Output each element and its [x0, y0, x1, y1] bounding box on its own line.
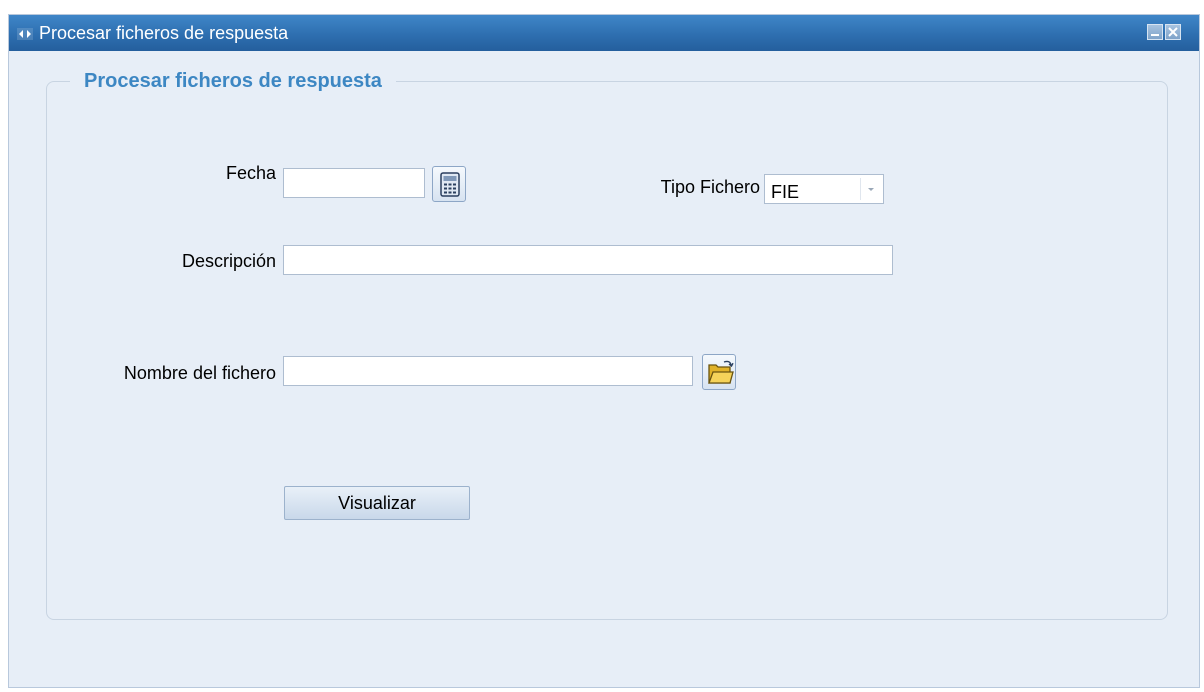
tipo-fichero-select[interactable]: FIE: [764, 174, 884, 204]
nombre-fichero-label: Nombre del fichero: [123, 363, 276, 383]
visualizar-button[interactable]: Visualizar: [284, 486, 470, 520]
fecha-input[interactable]: [283, 168, 425, 198]
calendar-button[interactable]: [432, 166, 466, 202]
window-title: Procesar ficheros de respuesta: [39, 23, 289, 43]
close-icon[interactable]: [1165, 24, 1181, 40]
title-bar[interactable]: Procesar ficheros de respuesta: [9, 15, 1199, 51]
app-window-icon: [17, 27, 33, 41]
minimize-icon[interactable]: [1147, 24, 1163, 40]
fecha-label: Fecha: [225, 163, 276, 183]
descripcion-input[interactable]: [283, 245, 893, 275]
descripcion-label: Descripción: [181, 251, 276, 271]
browse-file-button[interactable]: [702, 354, 736, 390]
tipo-fichero-label: Tipo Fichero: [660, 177, 760, 197]
tipo-fichero-value: FIE: [771, 182, 800, 202]
nombre-fichero-input[interactable]: [283, 356, 693, 386]
group-title: Procesar ficheros de respuesta: [70, 68, 396, 94]
chevron-down-icon[interactable]: [860, 178, 881, 200]
